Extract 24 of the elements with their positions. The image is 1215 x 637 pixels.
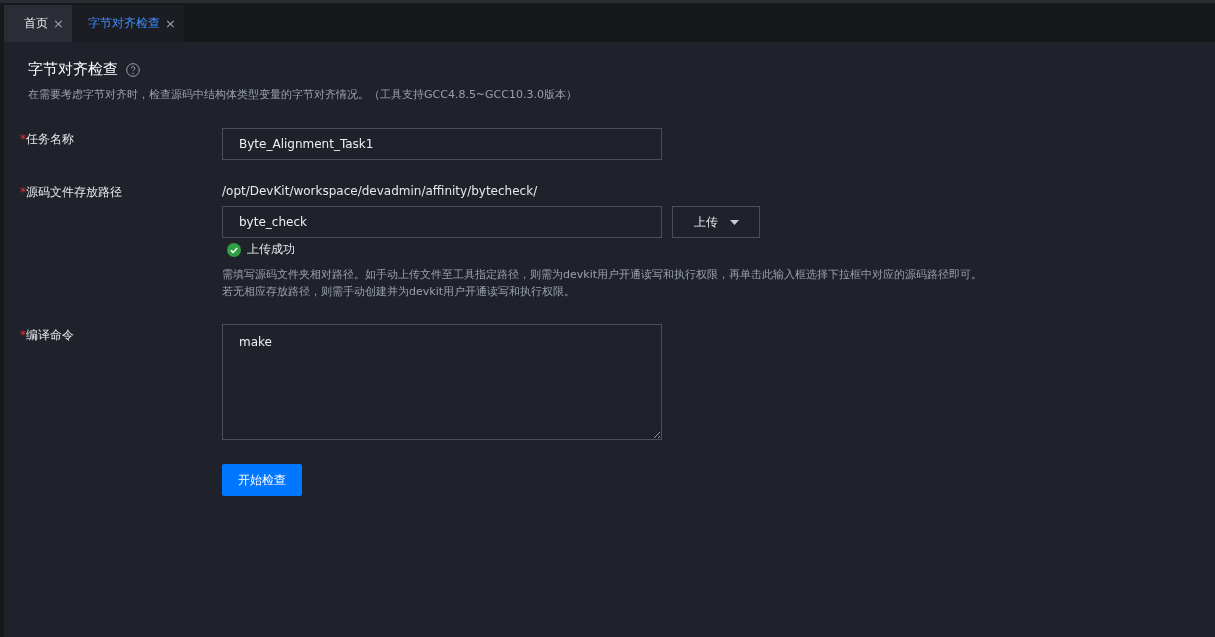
upload-button[interactable]: 上传 bbox=[672, 206, 760, 238]
hint-text: 需填写源码文件夹相对路径。如手动上传文件至工具指定路径，则需为devkit用户开通读写和执行权限，再单击此输入框选择下拉框中对应的源码路径即可。 bbox=[222, 267, 982, 283]
path-prefix: /opt/DevKit/workspace/devadmin/affinity/bytecheck/ bbox=[222, 184, 539, 198]
compile-command-field[interactable]: make bbox=[222, 324, 662, 440]
hint-text: 若无相应存放路径，则需手动创建并为devkit用户开通读写和执行权限。 bbox=[222, 284, 576, 300]
field-label: 编译命令 bbox=[26, 328, 74, 342]
close-icon[interactable]: × bbox=[53, 16, 64, 31]
field-label: 源码文件存放路径 bbox=[26, 185, 122, 199]
caret-icon bbox=[729, 219, 739, 225]
page-title: 字节对齐检查 bbox=[28, 60, 118, 79]
required-mark: * bbox=[20, 328, 26, 342]
close-icon[interactable]: × bbox=[164, 16, 176, 31]
tab[interactable]: 字节对齐检查 × bbox=[71, 5, 184, 42]
upload-status: 上传成功 bbox=[247, 241, 295, 258]
required-mark: * bbox=[20, 132, 26, 146]
required-mark: * bbox=[20, 185, 26, 199]
success-icon bbox=[227, 242, 241, 257]
start-check-button[interactable]: 开始检查 bbox=[222, 464, 302, 496]
source-path-field[interactable]: byte_check bbox=[222, 206, 662, 238]
field-label: 任务名称 bbox=[26, 132, 74, 146]
help-icon[interactable] bbox=[126, 62, 140, 77]
page-description: 在需要考虑字节对齐时，检查源码中结构体类型变量的字节对齐情况。（工具支持GCC4.8.5~GCC10.3.0版本） bbox=[28, 87, 578, 102]
task-name-field[interactable]: Byte_Alignment_Task1 bbox=[222, 128, 662, 160]
tab[interactable]: 首页 × bbox=[4, 5, 72, 42]
